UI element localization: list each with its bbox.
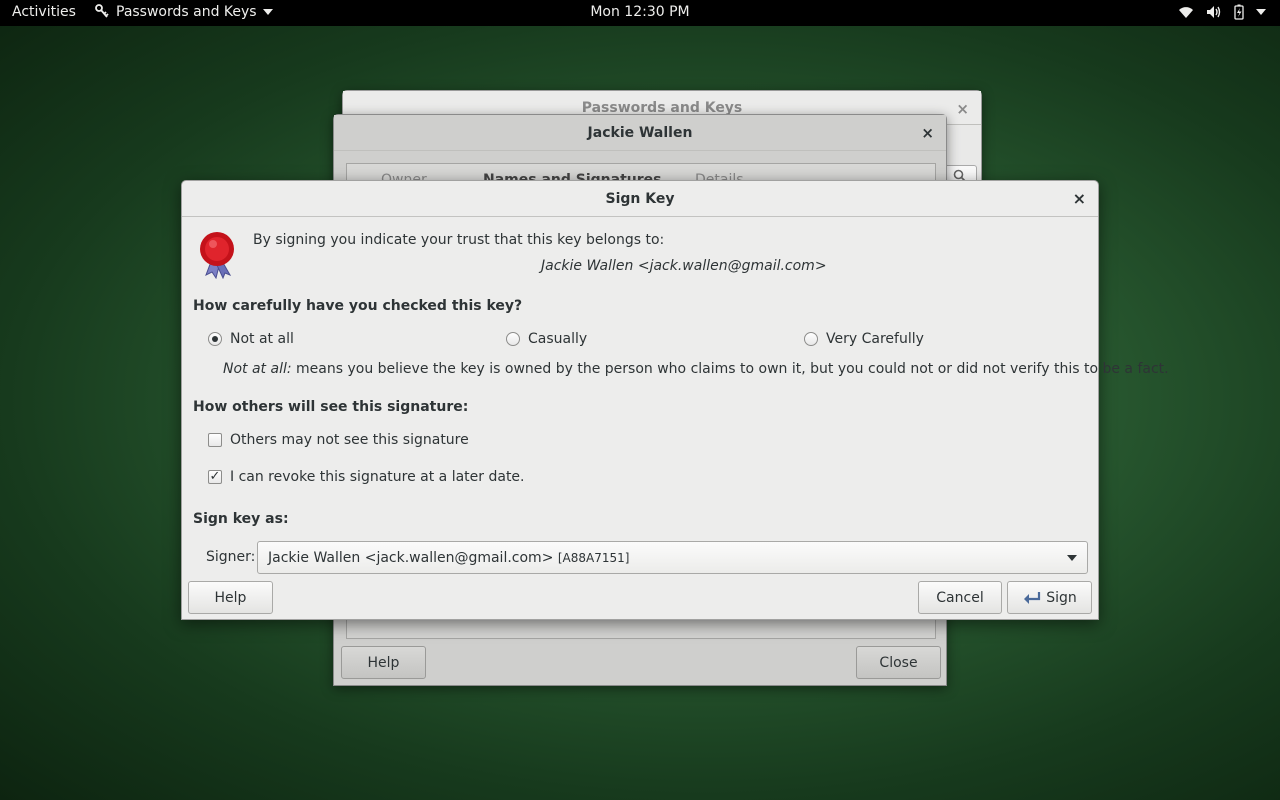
clock[interactable]: Mon 12:30 PM	[590, 4, 689, 20]
close-button[interactable]: Close	[856, 646, 941, 679]
window-title: Jackie Wallen	[587, 124, 693, 141]
key-owner: Jackie Wallen <jack.wallen@gmail.com>	[541, 258, 827, 274]
sign-label: Sign	[1046, 589, 1077, 606]
chevron-down-icon	[262, 9, 273, 15]
option-description: Not at all: means you believe the key is…	[223, 361, 1169, 377]
dialog-titlebar[interactable]: Sign Key ×	[182, 181, 1098, 217]
signer-dropdown[interactable]: Jackie Wallen <jack.wallen@gmail.com> [A…	[257, 541, 1088, 574]
activities-button[interactable]: Activities	[12, 4, 76, 20]
enter-icon	[1024, 591, 1041, 604]
radio-label: Not at all	[230, 331, 294, 347]
radio-indicator[interactable]	[804, 332, 818, 346]
checkbox-label: Others may not see this signature	[230, 432, 469, 448]
help-button[interactable]: Help	[188, 581, 273, 614]
app-menu[interactable]: Passwords and Keys	[94, 4, 273, 20]
checkbox-label: I can revoke this signature at a later d…	[230, 469, 525, 485]
signer-value: Jackie Wallen <jack.wallen@gmail.com>	[268, 550, 554, 566]
signer-selected: Jackie Wallen <jack.wallen@gmail.com> [A…	[268, 550, 629, 566]
checkbox-indicator[interactable]	[208, 433, 222, 447]
close-icon[interactable]: ×	[921, 124, 934, 142]
chevron-down-icon	[1067, 555, 1077, 561]
radio-very-carefully[interactable]: Very Carefully	[804, 331, 964, 349]
checkbox-revocable[interactable]: ✓ I can revoke this signature at a later…	[208, 469, 525, 487]
seal-icon	[200, 232, 234, 279]
close-icon[interactable]: ×	[956, 100, 969, 118]
signer-label: Signer:	[206, 549, 256, 565]
check-heading: How carefully have you checked this key?	[193, 298, 523, 314]
window-titlebar[interactable]: Jackie Wallen ×	[334, 115, 946, 151]
keys-icon	[95, 4, 109, 18]
sign-as-heading: Sign key as:	[193, 511, 289, 527]
checkbox-private-signature[interactable]: Others may not see this signature	[208, 432, 469, 450]
visibility-heading: How others will see this signature:	[193, 399, 469, 415]
app-menu-label: Passwords and Keys	[116, 4, 257, 20]
volume-icon	[1207, 6, 1221, 18]
radio-indicator[interactable]	[506, 332, 520, 346]
dialog-title: Sign Key	[605, 190, 675, 207]
sign-key-dialog: Sign Key × By signing you indicate your …	[181, 180, 1169, 620]
radio-indicator[interactable]	[208, 332, 222, 346]
top-bar: Activities Passwords and Keys Mon 12:30 …	[0, 0, 1280, 26]
radio-casually[interactable]: Casually	[506, 331, 656, 349]
radio-label: Casually	[528, 331, 588, 347]
checkbox-indicator[interactable]: ✓	[208, 470, 222, 484]
description-text: means you believe the key is owned by th…	[291, 361, 1169, 377]
description-term: Not at all:	[223, 361, 292, 377]
radio-label: Very Carefully	[826, 331, 924, 347]
help-button[interactable]: Help	[341, 646, 426, 679]
chevron-down-icon	[1256, 9, 1266, 15]
signer-keyid: [A88A7151]	[557, 551, 630, 565]
sign-button[interactable]: Sign	[1007, 581, 1092, 614]
intro-text: By signing you indicate your trust that …	[253, 232, 665, 248]
wifi-icon	[1179, 7, 1193, 18]
close-icon[interactable]: ×	[1073, 189, 1086, 208]
battery-icon	[1234, 4, 1244, 20]
cancel-button[interactable]: Cancel	[918, 581, 1002, 614]
radio-not-at-all[interactable]: Not at all	[208, 331, 358, 349]
status-menu[interactable]	[1178, 4, 1266, 20]
